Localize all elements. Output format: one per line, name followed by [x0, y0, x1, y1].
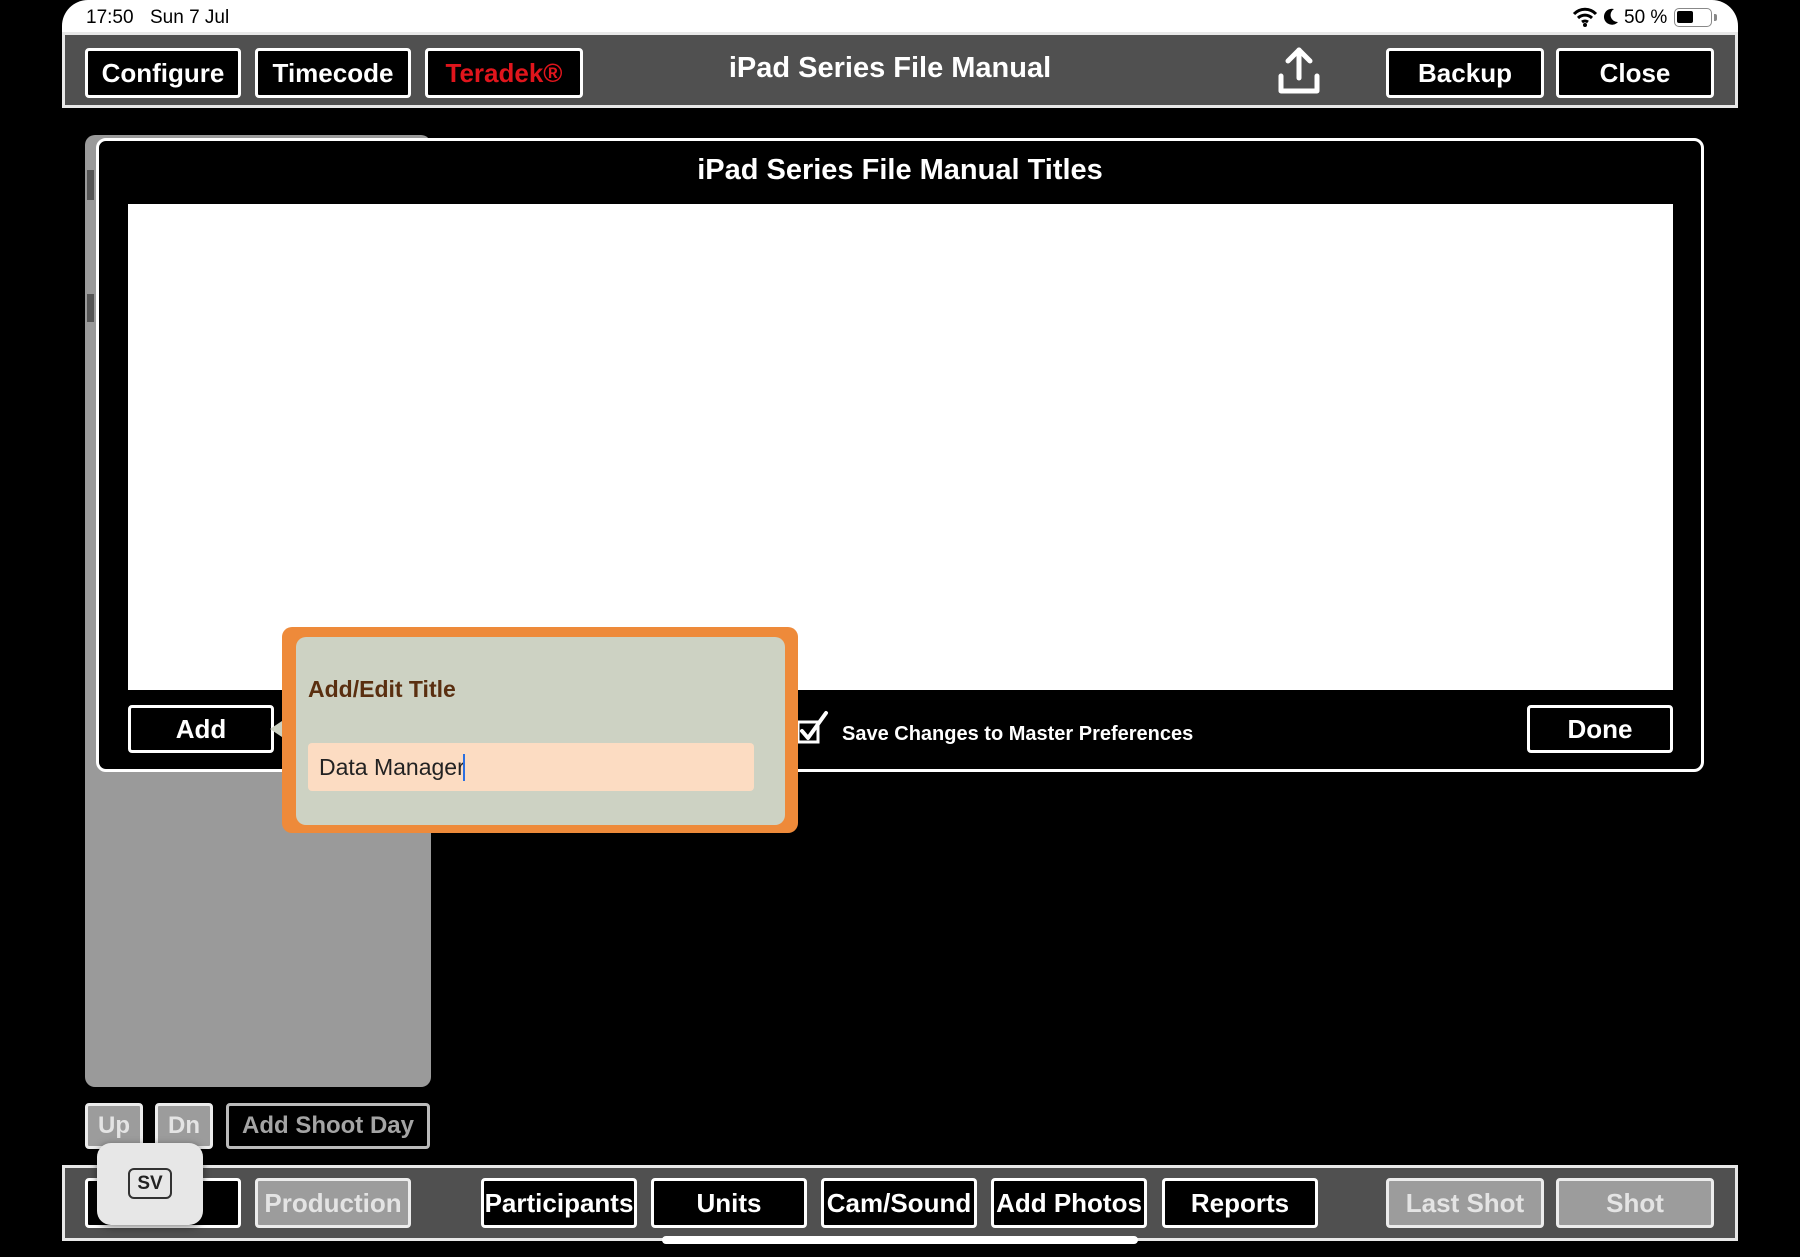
timecode-button[interactable]: Timecode [255, 48, 411, 98]
sv-label: SV [128, 1168, 172, 1199]
last-shot-button[interactable]: Last Shot [1386, 1178, 1544, 1228]
home-indicator [662, 1236, 1138, 1244]
popover-body [296, 637, 785, 825]
popover-title: Add/Edit Title [308, 676, 456, 702]
moon-icon [1603, 8, 1618, 25]
title-input[interactable] [308, 743, 754, 791]
titles-list[interactable] [128, 204, 1673, 690]
save-to-master-label[interactable]: Save Changes to Master Preferences [842, 723, 1193, 746]
popover-arrow [270, 721, 282, 737]
add-photos-button[interactable]: Add Photos [991, 1178, 1147, 1228]
cam-sound-button[interactable]: Cam/Sound [821, 1178, 977, 1228]
wifi-icon [1572, 7, 1598, 27]
battery-icon [1674, 8, 1712, 27]
status-bar: 17:50 Sun 7 Jul 50 % [62, 0, 1738, 34]
done-button[interactable]: Done [1527, 705, 1673, 753]
backup-button[interactable]: Backup [1386, 48, 1544, 98]
modal-title: iPad Series File Manual Titles [697, 154, 1103, 186]
list-edge-marker [87, 170, 94, 200]
add-shoot-day-button[interactable]: Add Shoot Day [226, 1103, 430, 1149]
production-button[interactable]: Production [255, 1178, 411, 1228]
share-upload-icon[interactable] [1278, 46, 1320, 96]
battery-fill [1677, 11, 1693, 23]
reports-button[interactable]: Reports [1162, 1178, 1318, 1228]
configure-button[interactable]: Configure [85, 48, 241, 98]
checkbox-checked-icon[interactable] [796, 710, 830, 746]
text-caret [463, 754, 465, 781]
shot-button[interactable]: Shot [1556, 1178, 1714, 1228]
app-title: iPad Series File Manual [728, 52, 1052, 84]
add-title-button[interactable]: Add [128, 705, 274, 753]
close-button[interactable]: Close [1556, 48, 1714, 98]
battery-percentage: 50 % [1624, 7, 1668, 28]
list-edge-marker [87, 294, 94, 322]
units-button[interactable]: Units [651, 1178, 807, 1228]
battery-nub [1714, 14, 1717, 21]
status-time: 17:50 [86, 7, 134, 28]
participants-button[interactable]: Participants [481, 1178, 637, 1228]
status-date: Sun 7 Jul [150, 7, 230, 28]
